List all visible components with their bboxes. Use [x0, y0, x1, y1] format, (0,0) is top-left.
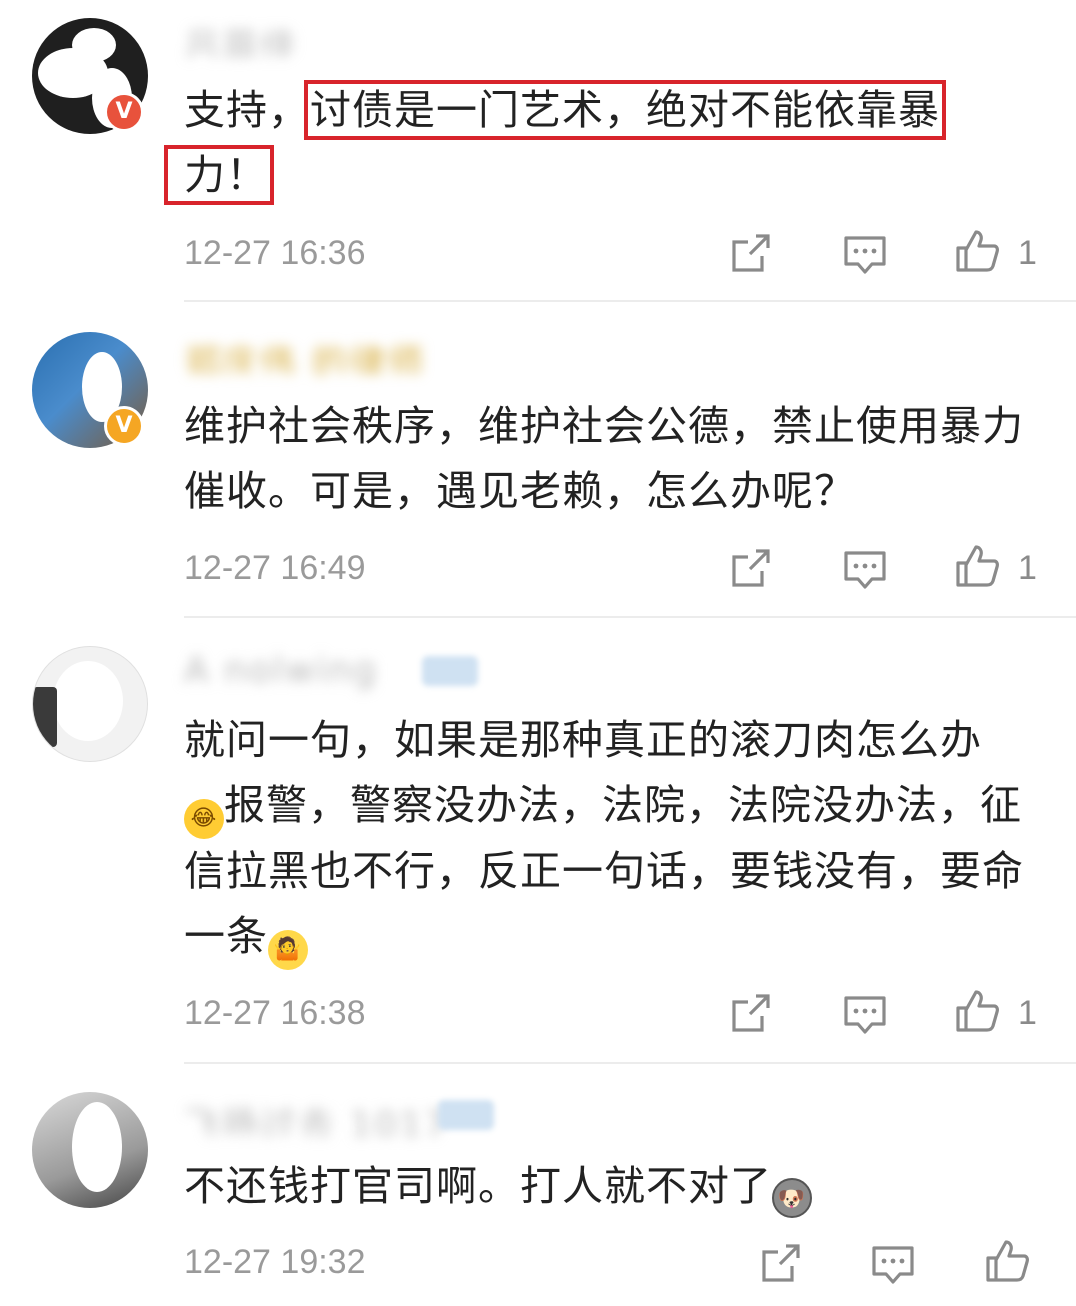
comment-icon[interactable]: [842, 992, 888, 1038]
comment-text: 不还钱打官司啊。打人就不对了 🐶: [184, 1154, 1044, 1219]
timestamp: 12-27 16:36: [184, 234, 366, 272]
comment-icon[interactable]: [842, 232, 888, 278]
divider: [184, 616, 1076, 618]
thumbs-up-icon[interactable]: [954, 543, 1000, 589]
avatar[interactable]: [32, 646, 148, 762]
like-count: 1: [1018, 549, 1037, 587]
share-icon[interactable]: [728, 545, 774, 591]
thumbs-up-icon[interactable]: [954, 988, 1000, 1034]
highlighted-text: 力！: [164, 145, 274, 205]
divider: [184, 300, 1076, 302]
level-badge-icon: [422, 656, 478, 686]
username[interactable]: 郑庆伟 的律师: [184, 334, 425, 374]
verified-badge-icon: V: [104, 406, 144, 446]
level-badge-icon: [438, 1100, 494, 1130]
username[interactable]: 吕菲佳: [184, 18, 298, 58]
like-count: 1: [1018, 994, 1037, 1032]
comment-icon[interactable]: [870, 1242, 916, 1288]
thumbs-up-icon[interactable]: [984, 1238, 1030, 1284]
avatar[interactable]: [32, 1092, 148, 1208]
thumbs-up-icon[interactable]: [954, 228, 1000, 274]
laughing-tears-emoji-icon: 😂: [184, 799, 224, 839]
shrug-emoji-icon: 🤷: [268, 930, 308, 970]
verified-badge-icon: V: [104, 92, 144, 132]
comment-text: 维护社会秩序，维护社会公德，禁止使用暴力催收。可是，遇见老赖，怎么办呢？: [184, 402, 1024, 515]
share-icon[interactable]: [728, 990, 774, 1036]
divider: [184, 1062, 1076, 1064]
timestamp: 12-27 19:32: [184, 1243, 366, 1281]
timestamp: 12-27 16:38: [184, 994, 366, 1032]
username[interactable]: 飞扬过去 1017: [184, 1096, 449, 1136]
comment-icon[interactable]: [842, 547, 888, 593]
like-count: 1: [1018, 234, 1037, 272]
share-icon[interactable]: [728, 230, 774, 276]
timestamp: 12-27 16:49: [184, 549, 366, 587]
username[interactable]: A nolwing: [184, 650, 378, 690]
comment-text: 支持，讨债是一门艺术，绝对不能依靠暴 力！: [164, 78, 1044, 208]
husky-emoji-icon: 🐶: [772, 1178, 812, 1218]
comment-text: 就问一句，如果是那种真正的滚刀肉怎么办 😂 报警，警察没办法，法院，法院没办法，征信…: [184, 708, 1044, 970]
share-icon[interactable]: [758, 1240, 804, 1286]
highlighted-text: 讨债是一门艺术，绝对不能依靠暴: [304, 80, 946, 140]
